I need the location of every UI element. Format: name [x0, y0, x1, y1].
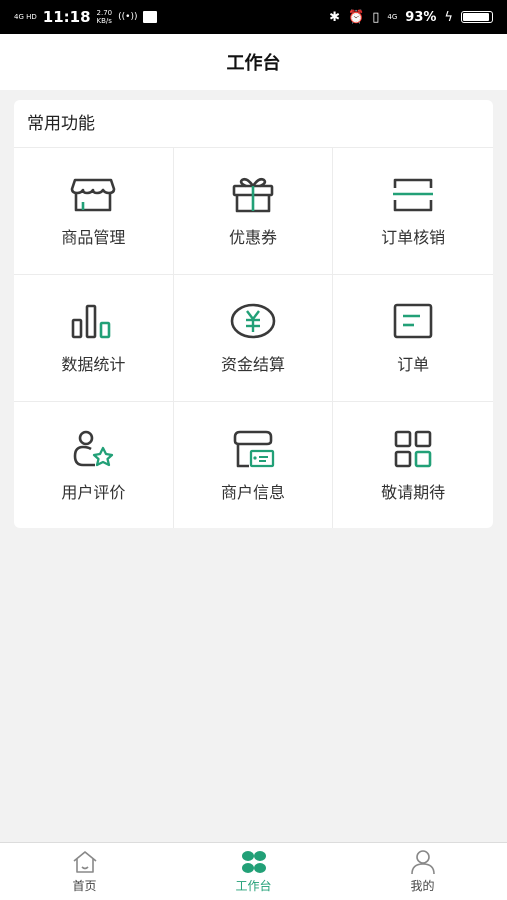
- tab-home[interactable]: 首页: [0, 843, 169, 900]
- function-label: 资金结算: [220, 355, 285, 374]
- function-item-settlement[interactable]: 资金结算: [173, 275, 334, 402]
- status-time: 11:18: [42, 8, 91, 26]
- tab-label: 工作台: [235, 879, 272, 893]
- gift-icon: [232, 177, 274, 213]
- function-item-statistics[interactable]: 数据统计: [14, 275, 174, 402]
- function-item-order[interactable]: 订单: [333, 275, 493, 402]
- app-notification-icon: [143, 11, 158, 23]
- function-label: 用户评价: [61, 482, 126, 502]
- yuan-icon: [230, 303, 276, 339]
- function-item-coupon[interactable]: 优惠券: [173, 148, 334, 275]
- charging-icon: ϟ: [444, 9, 453, 25]
- alarm-icon: ⏰: [348, 9, 365, 25]
- tab-workbench[interactable]: 工作台: [169, 843, 338, 900]
- network-indicator: 4G HD: [14, 13, 37, 21]
- signal-label: 4G: [387, 13, 398, 21]
- bar-chart-icon: [72, 304, 111, 339]
- battery-icon: [461, 11, 493, 23]
- profile-icon: [410, 850, 435, 875]
- function-grid: 商品管理 优惠券 订单核销 数据统计 资金结算 订单 用户评价 商户信息 敬请期…: [14, 148, 493, 528]
- function-label: 订单核销: [381, 228, 446, 247]
- scan-icon: [393, 178, 434, 212]
- card-title: 常用功能: [14, 100, 493, 148]
- common-functions-card: 常用功能 商品管理 优惠券 订单核销 数据统计 资金结算 订单 用户评价 商户信…: [14, 100, 493, 528]
- merchant-icon: [233, 430, 275, 467]
- bluetooth-icon: ✱: [329, 9, 341, 25]
- function-item-merchant-info[interactable]: 商户信息: [174, 402, 334, 528]
- order-icon: [393, 303, 433, 339]
- function-label: 订单: [397, 355, 430, 374]
- vibrate-icon: ▯: [372, 9, 380, 25]
- function-label: 数据统计: [61, 355, 126, 374]
- function-item-product-management[interactable]: 商品管理: [14, 148, 174, 275]
- battery-percent: 93%: [405, 9, 437, 25]
- function-item-user-review[interactable]: 用户评价: [14, 402, 174, 528]
- shop-icon: [71, 178, 116, 212]
- function-label: 敬请期待: [381, 482, 446, 502]
- tab-label: 我的: [410, 879, 435, 893]
- function-label: 优惠券: [228, 228, 277, 247]
- home-icon: [72, 851, 97, 873]
- workbench-icon: [241, 851, 266, 873]
- function-item-coming-soon[interactable]: 敬请期待: [333, 402, 493, 528]
- net-speed: 2.70 KB/s: [97, 9, 113, 25]
- bottom-tab-bar: 首页 工作台 我的: [0, 842, 507, 900]
- header-bar: 工作台: [0, 34, 507, 90]
- status-bar: 4G HD 11:18 2.70 KB/s ((•)) ✱ ⏰ ▯ 4G 93%…: [0, 0, 507, 34]
- function-item-order-verify[interactable]: 订单核销: [333, 148, 493, 275]
- hotspot-icon: ((•)): [118, 12, 138, 22]
- tab-profile[interactable]: 我的: [338, 843, 507, 900]
- grid-icon: [394, 430, 432, 467]
- function-label: 商户信息: [220, 482, 285, 502]
- net-speed-unit: KB/s: [96, 17, 112, 25]
- tab-label: 首页: [72, 879, 97, 893]
- user-star-icon: [74, 430, 114, 466]
- net-speed-value: 2.70: [96, 9, 113, 17]
- function-label: 商品管理: [61, 228, 126, 247]
- page-title: 工作台: [226, 53, 281, 74]
